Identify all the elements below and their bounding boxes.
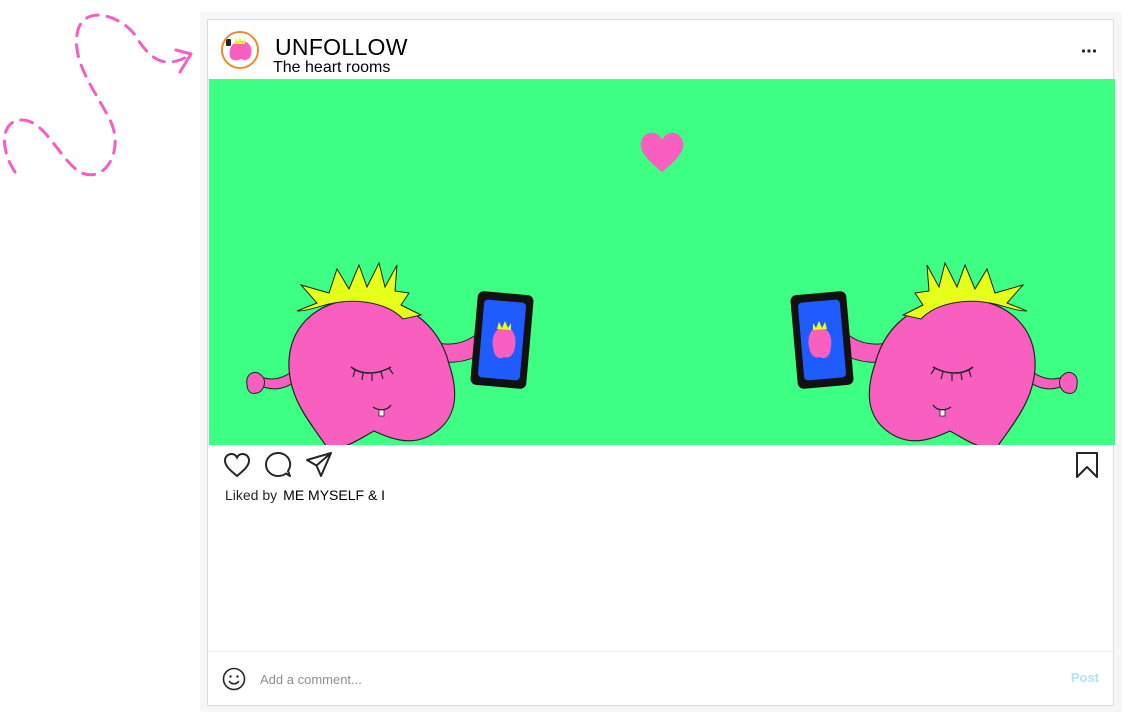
- smiley-icon[interactable]: [222, 667, 246, 691]
- right-phone: [790, 291, 854, 389]
- avatar[interactable]: [221, 31, 259, 69]
- username[interactable]: UNFOLLOW: [275, 35, 408, 59]
- post-comment-button[interactable]: Post: [1071, 670, 1099, 685]
- monster-avatar-icon: [223, 33, 257, 67]
- post-image[interactable]: [209, 79, 1115, 445]
- bookmark-icon[interactable]: [1072, 450, 1102, 480]
- liked-by-label: Liked by: [225, 487, 278, 503]
- paper-plane-icon[interactable]: [304, 450, 334, 480]
- liked-by-user[interactable]: ME MYSELF & I: [283, 487, 385, 503]
- post-card: UNFOLLOW The heart rooms Liked by ME MYS…: [207, 19, 1115, 706]
- liked-by-line: Liked by ME MYSELF & I: [225, 487, 385, 503]
- comment-bar: Post: [208, 651, 1113, 705]
- comment-input[interactable]: [258, 665, 1042, 693]
- monsters-illustration: [209, 79, 1115, 445]
- comment-icon[interactable]: [263, 450, 293, 480]
- left-phone: [470, 291, 534, 389]
- dashed-arrow-doodle: [3, 13, 193, 177]
- post-header: UNFOLLOW The heart rooms: [208, 20, 1113, 79]
- more-options-icon[interactable]: [1081, 48, 1097, 54]
- heart-icon[interactable]: [222, 450, 252, 480]
- location-label[interactable]: The heart rooms: [273, 59, 390, 77]
- post-actions: [208, 450, 1113, 484]
